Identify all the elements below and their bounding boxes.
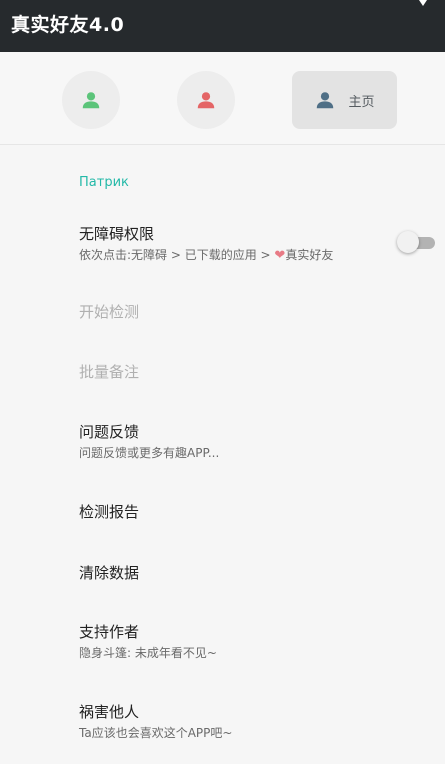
setting-clear-data-title: 清除数据 [79,564,140,582]
section-header: Патрик [79,175,129,190]
app-bar: 真实好友4.0 [0,0,445,52]
setting-share[interactable]: 祸害他人 Ta应该也会喜欢这个APP吧~ [0,693,445,753]
person-icon [317,92,334,109]
setting-feedback-subtitle: 问题反馈或更多有趣APP... [79,446,220,460]
setting-accessibility-subtitle: 依次点击:无障碍 > 已下载的应用 > ❤真实好友 [79,246,333,263]
setting-accessibility[interactable]: 无障碍权限 依次点击:无障碍 > 已下载的应用 > ❤真实好友 [0,213,445,275]
tab-friend-green[interactable] [62,71,120,129]
person-icon [82,92,100,109]
subtitle-suffix: 真实好友 [285,248,334,262]
tab-friend-red[interactable] [177,71,235,129]
setting-accessibility-title: 无障碍权限 [79,225,155,243]
setting-support-title: 支持作者 [79,623,140,641]
setting-batch-note-title: 批量备注 [79,363,140,381]
setting-feedback[interactable]: 问题反馈 问题反馈或更多有趣APP... [0,413,445,473]
app-title: 真实好友4.0 [11,14,125,36]
tab-home[interactable]: 主页 [292,71,397,129]
profile-tabs: 主页 [0,52,445,145]
setting-clear-data[interactable]: 清除数据 [0,545,445,597]
setting-feedback-title: 问题反馈 [79,423,140,441]
setting-support[interactable]: 支持作者 隐身斗篷: 未成年看不见~ [0,613,445,673]
person-icon [197,92,215,109]
status-icon [419,0,427,6]
setting-share-subtitle: Ta应该也会喜欢这个APP吧~ [79,726,233,740]
subtitle-prefix: 依次点击:无障碍 > 已下载的应用 > [79,248,275,262]
settings-list: Патрик 无障碍权限 依次点击:无障碍 > 已下载的应用 > ❤真实好友 开… [0,145,445,764]
accessibility-toggle[interactable] [397,231,435,255]
heart-icon: ❤ [274,248,286,263]
toggle-thumb [397,231,419,253]
setting-batch-note[interactable]: 批量备注 [0,345,445,397]
setting-support-subtitle: 隐身斗篷: 未成年看不见~ [79,646,217,660]
setting-start-detect[interactable]: 开始检测 [0,285,445,337]
tab-home-label: 主页 [348,94,375,110]
setting-start-detect-title: 开始检测 [79,303,140,321]
setting-report[interactable]: 检测报告 [0,485,445,537]
setting-share-title: 祸害他人 [79,703,140,721]
setting-report-title: 检测报告 [79,503,140,521]
